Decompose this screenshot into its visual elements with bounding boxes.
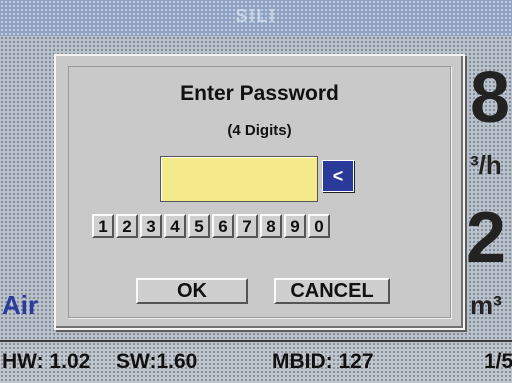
digit-key-6[interactable]: 6 bbox=[212, 214, 234, 238]
background-unit-bottom: m³ bbox=[470, 290, 502, 320]
digit-key-1[interactable]: 1 bbox=[92, 214, 114, 238]
background-unit-top: ³/h bbox=[470, 150, 502, 180]
digit-key-4[interactable]: 4 bbox=[164, 214, 186, 238]
backspace-button[interactable]: < bbox=[322, 160, 354, 192]
modbus-id: MBID: 127 bbox=[272, 350, 374, 373]
digit-key-2[interactable]: 2 bbox=[116, 214, 138, 238]
background-value-bottom: 2 bbox=[466, 198, 507, 278]
cancel-button[interactable]: CANCEL bbox=[274, 278, 390, 304]
dialog-subtitle: (4 Digits) bbox=[227, 122, 292, 139]
software-version: SW:1.60 bbox=[116, 350, 198, 373]
hardware-version: HW: 1.02 bbox=[2, 350, 91, 373]
digit-key-0[interactable]: 0 bbox=[308, 214, 330, 238]
dialog-title: Enter Password bbox=[180, 82, 339, 105]
digit-key-8[interactable]: 8 bbox=[260, 214, 282, 238]
digit-key-3[interactable]: 3 bbox=[140, 214, 162, 238]
background-left-label: Air bbox=[2, 290, 39, 320]
screen-title: SILI bbox=[235, 6, 277, 26]
password-dialog: Enter Password (4 Digits) < 1 2 3 4 5 6 … bbox=[54, 54, 465, 330]
digit-key-5[interactable]: 5 bbox=[188, 214, 210, 238]
title-bar: SILI bbox=[0, 0, 512, 36]
digit-keypad: 1 2 3 4 5 6 7 8 9 0 bbox=[92, 214, 330, 238]
status-bar: HW: 1.02 SW:1.60 MBID: 127 1/5 bbox=[0, 340, 512, 383]
digit-key-7[interactable]: 7 bbox=[236, 214, 258, 238]
password-input[interactable] bbox=[160, 156, 318, 202]
background-value-top: 8 bbox=[470, 58, 511, 138]
ok-button[interactable]: OK bbox=[136, 278, 248, 304]
digit-key-9[interactable]: 9 bbox=[284, 214, 306, 238]
page-indicator: 1/5 bbox=[484, 350, 512, 373]
